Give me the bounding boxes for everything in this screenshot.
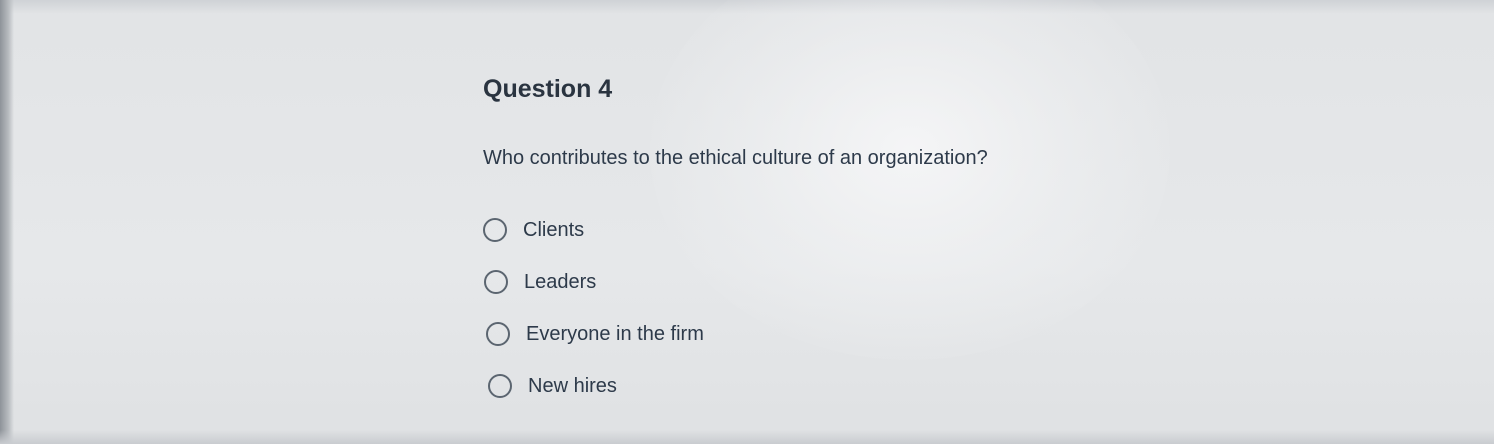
radio-button[interactable]: [486, 322, 510, 346]
question-prompt: Who contributes to the ethical culture o…: [483, 147, 988, 169]
option-new-hires[interactable]: New hires: [488, 360, 1183, 412]
option-clients[interactable]: Clients: [483, 204, 1183, 256]
screen-bezel-edge: [0, 0, 14, 444]
option-everyone-in-the-firm[interactable]: Everyone in the firm: [486, 308, 1183, 360]
radio-button[interactable]: [483, 218, 507, 242]
answer-options: Clients Leaders Everyone in the firm New…: [483, 204, 1183, 412]
option-leaders[interactable]: Leaders: [484, 256, 1183, 308]
option-label: Leaders: [524, 270, 597, 293]
radio-button[interactable]: [488, 374, 512, 398]
question-card: Question 4 Who contributes to the ethica…: [483, 70, 1183, 428]
option-label: Clients: [523, 218, 585, 241]
option-label: Everyone in the firm: [526, 322, 704, 345]
bottom-shadow: [0, 430, 1494, 444]
question-title: Question 4: [483, 75, 613, 103]
option-label: New hires: [528, 374, 617, 397]
radio-button[interactable]: [484, 270, 508, 294]
